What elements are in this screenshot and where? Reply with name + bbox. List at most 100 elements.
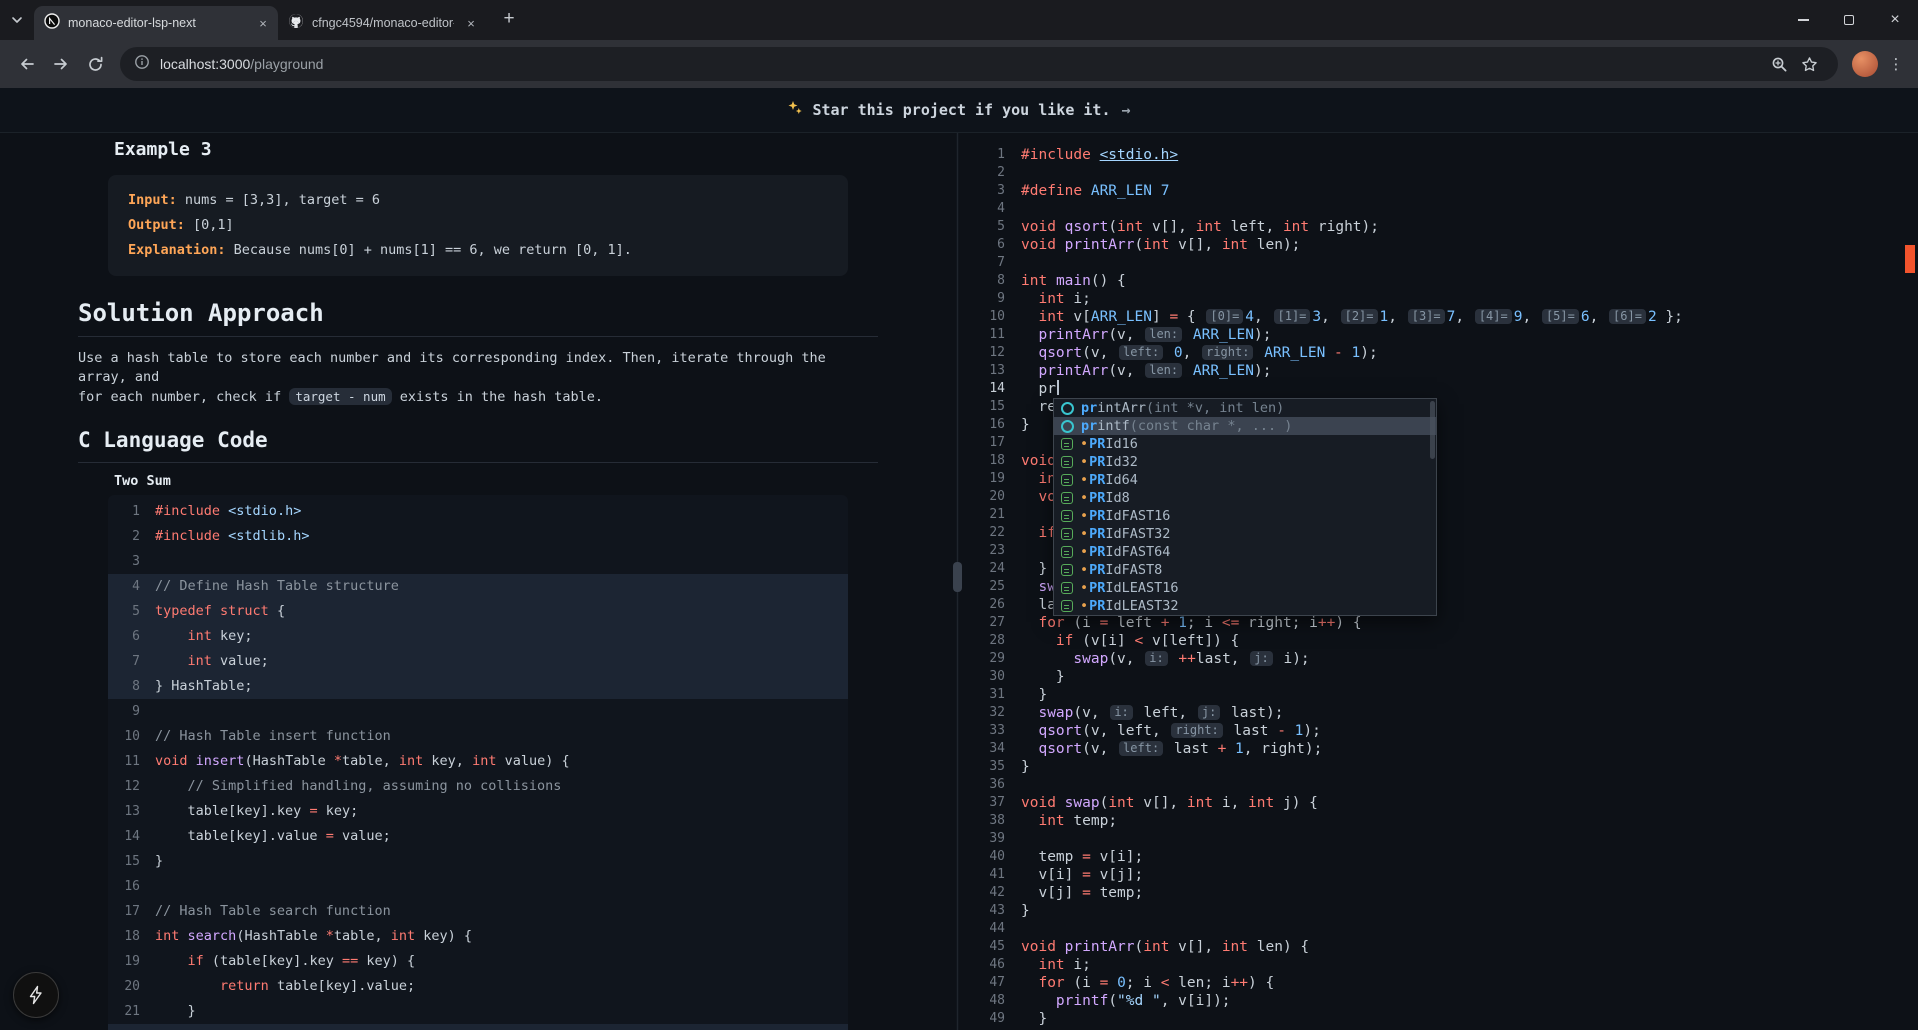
code-line-40[interactable]: 40 temp = v[i]; bbox=[959, 848, 1918, 866]
close-icon: × bbox=[1890, 11, 1899, 29]
line-number: 21 bbox=[959, 506, 1005, 524]
suggestion-PRId64[interactable]: •PRId64 bbox=[1054, 471, 1436, 489]
code-line-6[interactable]: 6void printArr(int v[], int len); bbox=[959, 236, 1918, 254]
tab-search-chevron-icon[interactable] bbox=[10, 13, 24, 27]
zoom-icon[interactable] bbox=[1764, 49, 1794, 79]
code-line-46[interactable]: 46 int i; bbox=[959, 956, 1918, 974]
code-line-8[interactable]: 8int main() { bbox=[959, 272, 1918, 290]
window-minimize-button[interactable] bbox=[1780, 0, 1826, 40]
suggestion-PRIdLEAST32[interactable]: •PRIdLEAST32 bbox=[1054, 597, 1436, 615]
line-number: 16 bbox=[108, 874, 140, 899]
c-language-code-heading: C Language Code bbox=[78, 427, 878, 463]
line-number: 24 bbox=[959, 560, 1005, 578]
code-line-39[interactable]: 39 bbox=[959, 830, 1918, 848]
line-number: 13 bbox=[108, 799, 140, 824]
code-line-27[interactable]: 27 for (i = left + 1; i <= right; i++) { bbox=[959, 614, 1918, 632]
code-line-1[interactable]: 1#include <stdio.h> bbox=[959, 146, 1918, 164]
code-line-29[interactable]: 29 swap(v, i: ++last, j: i); bbox=[959, 650, 1918, 668]
code-line-12[interactable]: 12 qsort(v, left: 0, right: ARR_LEN - 1)… bbox=[959, 344, 1918, 362]
code-line-2[interactable]: 2 bbox=[959, 164, 1918, 182]
code-line-6: 6 int key; bbox=[108, 624, 848, 649]
suggestion-PRId8[interactable]: •PRId8 bbox=[1054, 489, 1436, 507]
reload-button[interactable] bbox=[78, 47, 112, 81]
address-bar[interactable]: localhost:3000/playground bbox=[120, 47, 1838, 81]
devtools-lightning-button[interactable] bbox=[13, 972, 59, 1018]
code-line-32[interactable]: 32 swap(v, i: left, j: last); bbox=[959, 704, 1918, 722]
code-line-22: 22 return -1; // Not found bbox=[108, 1024, 848, 1030]
code-line-49[interactable]: 49 } bbox=[959, 1010, 1918, 1028]
code-line-3[interactable]: 3#define ARR_LEN 7 bbox=[959, 182, 1918, 200]
code-line-11[interactable]: 11 printArr(v, len: ARR_LEN); bbox=[959, 326, 1918, 344]
code-line-13[interactable]: 13 printArr(v, len: ARR_LEN); bbox=[959, 362, 1918, 380]
code-line-7[interactable]: 7 bbox=[959, 254, 1918, 272]
code-line-44[interactable]: 44 bbox=[959, 920, 1918, 938]
code-line-30[interactable]: 30 } bbox=[959, 668, 1918, 686]
code-line-41[interactable]: 41 v[i] = v[j]; bbox=[959, 866, 1918, 884]
line-number: 14 bbox=[959, 380, 1005, 398]
code-text: #include <stdio.h> bbox=[1021, 146, 1178, 164]
code-line-4[interactable]: 4 bbox=[959, 200, 1918, 218]
forward-button[interactable] bbox=[44, 47, 78, 81]
minimize-icon bbox=[1798, 19, 1809, 21]
code-line-43[interactable]: 43} bbox=[959, 902, 1918, 920]
code-line-14[interactable]: 14 pr bbox=[959, 380, 1918, 398]
suggestion-PRIdLEAST16[interactable]: •PRIdLEAST16 bbox=[1054, 579, 1436, 597]
suggestion-PRIdFAST16[interactable]: •PRIdFAST16 bbox=[1054, 507, 1436, 525]
line-number: 36 bbox=[959, 776, 1005, 794]
code-text: for (i = left + 1; i <= right; i++) { bbox=[1021, 614, 1362, 632]
profile-avatar[interactable] bbox=[1852, 51, 1878, 77]
pane-resize-handle[interactable] bbox=[953, 562, 962, 592]
code-text: if (v[i] < v[left]) { bbox=[1021, 632, 1239, 650]
suggestion-printArr[interactable]: printArr(int *v, int len) bbox=[1054, 399, 1436, 417]
window-close-button[interactable]: × bbox=[1872, 0, 1918, 40]
tab-github-repo[interactable]: cfngc4594/monaco-editor-ls × bbox=[278, 6, 486, 40]
browser-menu-button[interactable]: ⋮ bbox=[1884, 47, 1908, 81]
suggestion-PRId32[interactable]: •PRId32 bbox=[1054, 453, 1436, 471]
maximize-icon bbox=[1844, 15, 1854, 25]
code-line-7: 7 int value; bbox=[108, 649, 848, 674]
inline-code-target-num: target - num bbox=[289, 388, 391, 405]
site-info-icon[interactable] bbox=[134, 54, 150, 75]
suggestion-PRId16[interactable]: •PRId16 bbox=[1054, 435, 1436, 453]
code-line-38[interactable]: 38 int temp; bbox=[959, 812, 1918, 830]
suggestion-scrollbar[interactable] bbox=[1430, 401, 1435, 459]
paragraph-line-2: for each number, check if target - num e… bbox=[78, 387, 878, 407]
code-line-9[interactable]: 9 int i; bbox=[959, 290, 1918, 308]
tab-monaco-editor-lsp-next[interactable]: monaco-editor-lsp-next × bbox=[34, 6, 278, 40]
code-line-47[interactable]: 47 for (i = 0; i < len; i++) { bbox=[959, 974, 1918, 992]
code-text: sw bbox=[1021, 578, 1056, 596]
window-maximize-button[interactable] bbox=[1826, 0, 1872, 40]
overview-ruler-marker[interactable] bbox=[1905, 245, 1915, 273]
line-number: 7 bbox=[959, 254, 1005, 272]
code-line-34[interactable]: 34 qsort(v, left: last + 1, right); bbox=[959, 740, 1918, 758]
line-number: 12 bbox=[108, 774, 140, 799]
bookmark-star-icon[interactable] bbox=[1794, 49, 1824, 79]
suggestion-PRIdFAST64[interactable]: •PRIdFAST64 bbox=[1054, 543, 1436, 561]
example-output-row: Output: [0,1] bbox=[128, 213, 828, 238]
banner-arrow-icon[interactable]: → bbox=[1121, 101, 1130, 119]
code-line-35[interactable]: 35} bbox=[959, 758, 1918, 776]
monaco-editor-pane[interactable]: 1#include <stdio.h>23#define ARR_LEN 745… bbox=[959, 133, 1918, 1030]
code-line-31[interactable]: 31 } bbox=[959, 686, 1918, 704]
code-line-48[interactable]: 48 printf("%d ", v[i]); bbox=[959, 992, 1918, 1010]
code-line-42[interactable]: 42 v[j] = temp; bbox=[959, 884, 1918, 902]
code-line-5[interactable]: 5void qsort(int v[], int left, int right… bbox=[959, 218, 1918, 236]
code-line-10[interactable]: 10 int v[ARR_LEN] = { [0]=4, [1]=3, [2]=… bbox=[959, 308, 1918, 326]
line-number: 23 bbox=[959, 542, 1005, 560]
code-text: temp = v[i]; bbox=[1021, 848, 1143, 866]
suggestion-PRIdFAST8[interactable]: •PRIdFAST8 bbox=[1054, 561, 1436, 579]
code-line-45[interactable]: 45void printArr(int v[], int len) { bbox=[959, 938, 1918, 956]
suggestion-PRIdFAST32[interactable]: •PRIdFAST32 bbox=[1054, 525, 1436, 543]
output-label: Output: bbox=[128, 217, 185, 233]
tab-close-icon[interactable]: × bbox=[254, 14, 272, 32]
back-button[interactable] bbox=[10, 47, 44, 81]
code-line-36[interactable]: 36 bbox=[959, 776, 1918, 794]
code-text: typedef struct { bbox=[155, 599, 285, 624]
code-line-37[interactable]: 37void swap(int v[], int i, int j) { bbox=[959, 794, 1918, 812]
tab-close-icon[interactable]: × bbox=[462, 14, 480, 32]
code-line-20: 20 return table[key].value; bbox=[108, 974, 848, 999]
code-line-33[interactable]: 33 qsort(v, left, right: last - 1); bbox=[959, 722, 1918, 740]
code-line-28[interactable]: 28 if (v[i] < v[left]) { bbox=[959, 632, 1918, 650]
suggestion-printf[interactable]: printf(const char *, ... ) bbox=[1054, 417, 1436, 435]
new-tab-button[interactable]: + bbox=[496, 6, 522, 32]
